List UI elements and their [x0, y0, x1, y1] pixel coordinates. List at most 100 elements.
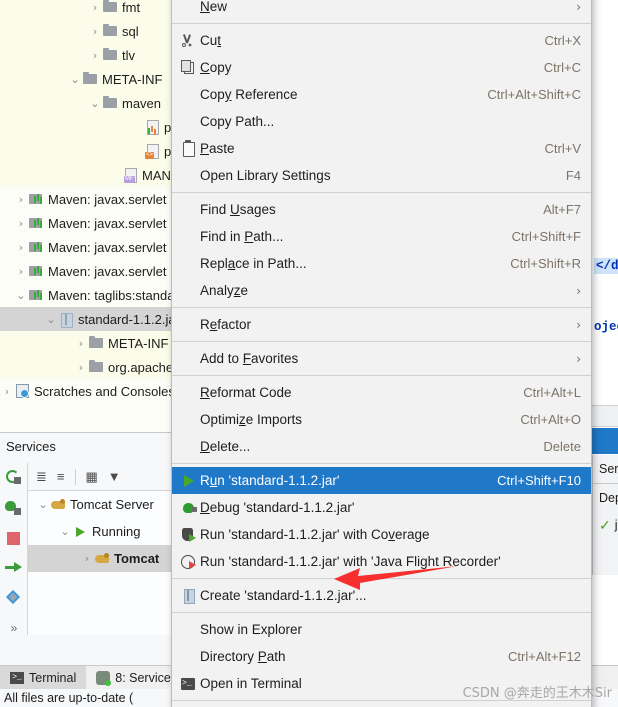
chevron-right-icon[interactable]: ›	[14, 266, 28, 277]
menu-item-analyze[interactable]: Analyze ›	[172, 277, 591, 304]
tree-row-label: Maven: javax.servlet	[48, 215, 167, 231]
tree-row[interactable]: ⌄ maven	[0, 91, 175, 115]
menu-icon-placeholder	[178, 201, 200, 219]
check-green-icon: ✓	[599, 516, 611, 533]
tree-row[interactable]: ⌄ META-INF	[0, 67, 175, 91]
chevron-right-icon[interactable]: ›	[0, 386, 14, 397]
chevron-right-icon[interactable]: ›	[80, 553, 94, 564]
chevron-right-icon[interactable]: ›	[88, 50, 102, 61]
chevron-right-icon[interactable]: ›	[74, 362, 88, 373]
bottom-tab-terminal[interactable]: >_ Terminal	[0, 666, 87, 689]
tree-row[interactable]: › Maven: javax.servlet	[0, 187, 175, 211]
tree-row[interactable]: › org.apache	[0, 355, 175, 379]
filter-diamond-icon[interactable]	[0, 583, 28, 613]
right-panel-row-artifact[interactable]: ✓ ja	[593, 511, 618, 539]
filter-icon[interactable]: ▼	[108, 469, 121, 484]
menu-item-copy[interactable]: Copy Ctrl+C	[172, 54, 591, 81]
library-icon	[28, 263, 44, 279]
tree-row[interactable]: ⌄ standard-1.1.2.jar	[0, 307, 175, 331]
menu-item-reformat-code[interactable]: Reformat Code Ctrl+Alt+L	[172, 379, 591, 406]
chevron-right-icon[interactable]: ›	[14, 218, 28, 229]
menu-item-replace-in-path[interactable]: Replace in Path... Ctrl+Shift+R	[172, 250, 591, 277]
chevron-right-icon[interactable]: ›	[88, 26, 102, 37]
menu-item-open-library-settings[interactable]: Open Library Settings F4	[172, 162, 591, 189]
run-green-icon	[72, 524, 88, 540]
menu-item-debug-standard-1-1-2-jar[interactable]: Debug 'standard-1.1.2.jar'	[172, 494, 591, 521]
tree-row[interactable]: › Maven: javax.servlet	[0, 235, 175, 259]
tree-row[interactable]: pom.xml	[0, 139, 175, 163]
rerun-icon[interactable]	[0, 463, 28, 493]
chevron-down-icon[interactable]: ⌄	[58, 526, 72, 537]
library-icon	[28, 239, 44, 255]
annotation-arrow-icon	[334, 566, 458, 590]
chevron-right-icon[interactable]: ›	[14, 242, 28, 253]
tree-row-label: Maven: javax.servlet	[48, 239, 167, 255]
rerun-debug-icon[interactable]	[0, 493, 28, 523]
menu-item-accelerator: Ctrl+Alt+O	[520, 412, 581, 427]
tree-row-label: maven	[122, 95, 162, 111]
menu-item-find-in-path[interactable]: Find in Path... Ctrl+Shift+F	[172, 223, 591, 250]
chevron-down-icon[interactable]: ⌄	[36, 499, 50, 510]
menu-item-find-usages[interactable]: Find Usages Alt+F7	[172, 196, 591, 223]
menu-divider	[172, 612, 591, 613]
tree-row[interactable]: › fmt	[0, 0, 175, 19]
menu-divider	[172, 192, 591, 193]
tomcat-icon	[50, 497, 66, 513]
right-panel-label: Serv	[599, 462, 618, 476]
menu-item-label: New	[200, 0, 228, 14]
menu-item-copy-reference[interactable]: Copy Reference Ctrl+Alt+Shift+C	[172, 81, 591, 108]
menu-item-add-to-favorites[interactable]: Add to Favorites ›	[172, 345, 591, 372]
chevron-right-icon[interactable]: ›	[14, 194, 28, 205]
right-panel-row-deployment[interactable]: Dep	[593, 483, 618, 511]
right-panel-label: Dep	[599, 490, 618, 505]
chevron-down-icon[interactable]: ⌄	[88, 98, 102, 109]
menu-item-new[interactable]: New ›	[172, 0, 591, 20]
services-tree-row[interactable]: › Tomcat	[28, 545, 175, 572]
active-tool-tab-marker[interactable]	[592, 428, 618, 454]
tree-row[interactable]: ⌄ Maven: taglibs:standard	[0, 283, 175, 307]
services-row-label: Tomcat Server	[70, 497, 154, 512]
tree-row[interactable]: › Maven: javax.servlet	[0, 211, 175, 235]
collapse-all-icon[interactable]: ≡	[57, 469, 65, 484]
menu-item-run-standard-1-1-2-jar-with-coverage[interactable]: Run 'standard-1.1.2.jar' with Coverage	[172, 521, 591, 548]
chevron-down-icon[interactable]: ⌄	[44, 314, 58, 325]
deploy-icon[interactable]	[0, 553, 28, 583]
menu-icon-placeholder	[178, 316, 200, 334]
bottom-tab-label: 8: Services	[115, 670, 178, 685]
menu-item-label: Paste	[200, 141, 235, 156]
menu-item-optimize-imports[interactable]: Optimize Imports Ctrl+Alt+O	[172, 406, 591, 433]
menu-item-copy-path[interactable]: Copy Path...	[172, 108, 591, 135]
tree-row[interactable]: › sql	[0, 19, 175, 43]
tree-row[interactable]: pom.properties	[0, 115, 175, 139]
services-tree-row[interactable]: ⌄ Running	[28, 518, 175, 545]
menu-item-show-in-explorer[interactable]: Show in Explorer	[172, 616, 591, 643]
menu-item-label: Add to Favorites	[200, 351, 299, 366]
chevron-down-icon[interactable]: ⌄	[14, 290, 28, 301]
more-icon[interactable]: »	[0, 613, 28, 643]
tree-row[interactable]: MANIFEST.MF	[0, 163, 175, 187]
tree-row[interactable]: › Maven: javax.servlet	[0, 259, 175, 283]
menu-item-refactor[interactable]: Refactor ›	[172, 311, 591, 338]
project-tree-panel[interactable]: ›fmt›sql›tlv⌄META-INF⌄mavenpom.propertie…	[0, 0, 175, 432]
context-menu[interactable]: New › Cut Ctrl+X Copy Ctrl+C Copy Reference Ctr…	[171, 0, 592, 707]
right-panel-row-services[interactable]: Serv	[593, 455, 618, 483]
pom-file-icon	[144, 119, 160, 135]
expand-all-icon[interactable]: ≣	[36, 469, 47, 485]
tree-row[interactable]: › tlv	[0, 43, 175, 67]
group-by-icon[interactable]: ▦	[86, 469, 98, 485]
menu-item-delete[interactable]: Delete... Delete	[172, 433, 591, 460]
menu-icon-placeholder	[178, 384, 200, 402]
tree-row[interactable]: › META-INF	[0, 331, 175, 355]
services-tree[interactable]: ⌄ Tomcat Server ⌄ Running › Tomcat	[28, 491, 175, 635]
menu-item-cut[interactable]: Cut Ctrl+X	[172, 27, 591, 54]
menu-item-run-standard-1-1-2-jar[interactable]: Run 'standard-1.1.2.jar' Ctrl+Shift+F10	[172, 467, 591, 494]
menu-item-paste[interactable]: Paste Ctrl+V	[172, 135, 591, 162]
tree-row[interactable]: › Scratches and Consoles	[0, 379, 175, 403]
chevron-right-icon[interactable]: ›	[88, 2, 102, 13]
stop-icon[interactable]	[0, 523, 28, 553]
menu-icon-placeholder	[178, 621, 200, 639]
services-tree-row[interactable]: ⌄ Tomcat Server	[28, 491, 175, 518]
chevron-right-icon[interactable]: ›	[74, 338, 88, 349]
chevron-down-icon[interactable]: ⌄	[68, 74, 82, 85]
menu-item-directory-path[interactable]: Directory Path Ctrl+Alt+F12	[172, 643, 591, 670]
